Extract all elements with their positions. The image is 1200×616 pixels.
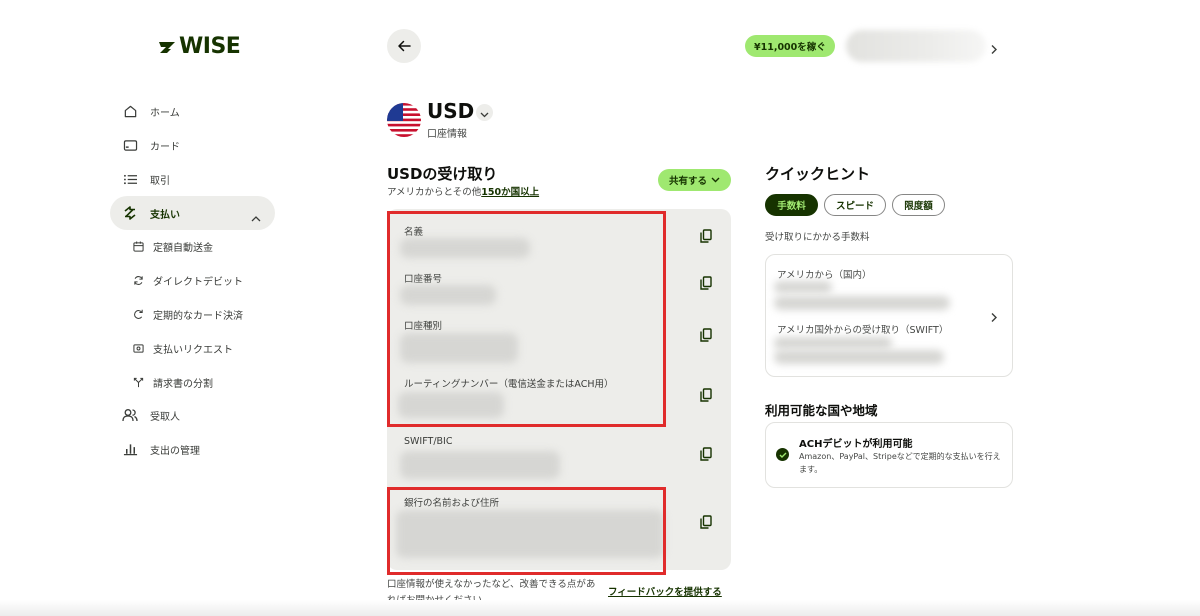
sidebar-subitem-bill-split[interactable]: 請求書の分割 <box>110 367 275 397</box>
sidebar-subitem-label: 請求書の分割 <box>153 378 213 390</box>
currency-code: USD <box>427 99 475 123</box>
sidebar-subitem-label: 定額自動送金 <box>153 242 213 254</box>
sidebar-subitem-label: 支払いリクエスト <box>153 344 233 356</box>
copy-account-number-button[interactable] <box>698 275 714 294</box>
sidebar-item-spending[interactable]: 支出の管理 <box>110 432 275 466</box>
earn-reward-badge[interactable]: ¥11,000を稼ぐ <box>745 35 835 57</box>
sidebar-subitem-label: 定期的なカード決済 <box>153 310 243 322</box>
bar-chart-icon <box>122 441 138 457</box>
payments-icon <box>122 205 138 221</box>
field-label-bank-name-address: 銀行の名前および住所 <box>404 498 500 509</box>
blurred-value <box>400 333 518 363</box>
recipients-icon <box>122 407 138 423</box>
sidebar-subitem-scheduled-transfer[interactable]: 定額自動送金 <box>110 231 275 261</box>
chevron-right-icon <box>990 308 998 327</box>
field-label-account-holder: 名義 <box>404 227 424 238</box>
sidebar-subitem-recurring-card[interactable]: 定期的なカード決済 <box>110 299 275 329</box>
field-label-account-number: 口座番号 <box>404 274 443 285</box>
tab-fees[interactable]: 手数料 <box>765 194 818 216</box>
copy-routing-number-button[interactable] <box>698 387 714 406</box>
sidebar-item-label: 取引 <box>150 175 170 187</box>
sidebar-subitem-payment-request[interactable]: 支払いリクエスト <box>110 333 275 363</box>
copy-swift-bic-button[interactable] <box>698 446 714 465</box>
sidebar-item-payments[interactable]: 支払い <box>110 196 275 230</box>
back-button[interactable] <box>387 29 421 63</box>
tab-limits[interactable]: 限度額 <box>892 194 945 216</box>
rotate-icon <box>132 308 144 320</box>
blurred-value <box>398 392 504 418</box>
sidebar-item-label: カード <box>150 141 180 153</box>
blurred-value <box>400 285 496 305</box>
chevron-up-icon <box>251 208 261 227</box>
field-label-routing-number: ルーティングナンバー（電信送金またはACH用） <box>404 379 614 390</box>
blurred-value <box>774 337 892 349</box>
hints-description: 受け取りにかかる手数料 <box>765 232 870 243</box>
blurred-value <box>774 281 832 293</box>
sidebar-item-label: 支払い <box>150 209 180 221</box>
sidebar-item-transactions[interactable]: 取引 <box>110 162 275 196</box>
blurred-value <box>774 296 950 310</box>
copy-icon <box>700 514 712 533</box>
check-circle-icon <box>776 448 789 461</box>
sidebar-item-label: ホーム <box>150 107 180 119</box>
quick-hints-title: クイックヒント <box>765 165 871 183</box>
currency-subtitle: 口座情報 <box>427 129 467 140</box>
blurred-value <box>774 350 944 364</box>
copy-bank-address-button[interactable] <box>698 514 714 533</box>
receive-title: USDの受け取り <box>387 165 498 183</box>
refresh-icon <box>132 274 144 286</box>
share-button[interactable]: 共有する <box>658 169 731 191</box>
copy-account-type-button[interactable] <box>698 327 714 346</box>
copy-icon <box>700 387 712 406</box>
copy-icon <box>700 446 712 465</box>
countries-link[interactable]: 150か国以上 <box>481 187 539 198</box>
receive-subtitle: アメリカからとその他150か国以上 <box>387 184 539 198</box>
sidebar-item-home[interactable]: ホーム <box>110 94 275 128</box>
us-flag-icon <box>387 103 421 137</box>
fee-domestic-label: アメリカから（国内） <box>777 270 872 281</box>
share-label: 共有する <box>668 176 707 187</box>
copy-icon <box>700 327 712 346</box>
ach-title: ACHデビットが利用可能 <box>799 439 913 450</box>
sidebar-subitem-direct-debit[interactable]: ダイレクトデビット <box>110 265 275 295</box>
ach-description: Amazon、PayPal、Stripeなどで定期的な支払いを行えます。 <box>799 452 1001 474</box>
sidebar-item-card[interactable]: カード <box>110 128 275 162</box>
profile-blurred[interactable] <box>846 30 986 62</box>
split-icon <box>132 376 144 388</box>
sidebar-item-recipients[interactable]: 受取人 <box>110 398 275 432</box>
home-icon <box>122 103 138 119</box>
sidebar-item-label: 受取人 <box>150 411 180 423</box>
sidebar-subitem-label: ダイレクトデビット <box>153 276 243 288</box>
bottom-shadow <box>0 600 1200 616</box>
feedback-link[interactable]: フィードバックを提供する <box>608 584 722 598</box>
currency-dropdown-button[interactable] <box>476 104 493 121</box>
logo-text: WISE <box>179 34 241 59</box>
blurred-value <box>400 451 560 479</box>
tab-speed[interactable]: スピード <box>824 194 886 216</box>
blurred-value <box>400 238 530 258</box>
arrow-left-icon <box>397 37 411 56</box>
request-icon <box>132 342 144 354</box>
chevron-down-icon <box>711 175 720 186</box>
chevron-right-icon[interactable] <box>990 40 998 59</box>
field-label-account-type: 口座種別 <box>404 321 443 332</box>
chevron-down-icon <box>480 103 489 122</box>
copy-account-holder-button[interactable] <box>698 228 714 247</box>
list-icon <box>122 171 138 187</box>
copy-icon <box>700 275 712 294</box>
field-label-swift-bic: SWIFT/BIC <box>404 436 453 447</box>
blurred-value <box>396 510 664 558</box>
wise-logo[interactable]: WISE <box>157 34 241 59</box>
calendar-icon <box>132 240 144 252</box>
card-icon <box>122 137 138 153</box>
fee-swift-label: アメリカ国外からの受け取り（SWIFT） <box>777 325 949 336</box>
sidebar-item-label: 支出の管理 <box>150 445 200 457</box>
copy-icon <box>700 228 712 247</box>
receive-subtitle-prefix: アメリカからとその他 <box>387 187 482 198</box>
regions-title: 利用可能な国や地域 <box>765 403 878 418</box>
wise-flag-icon <box>159 41 175 53</box>
